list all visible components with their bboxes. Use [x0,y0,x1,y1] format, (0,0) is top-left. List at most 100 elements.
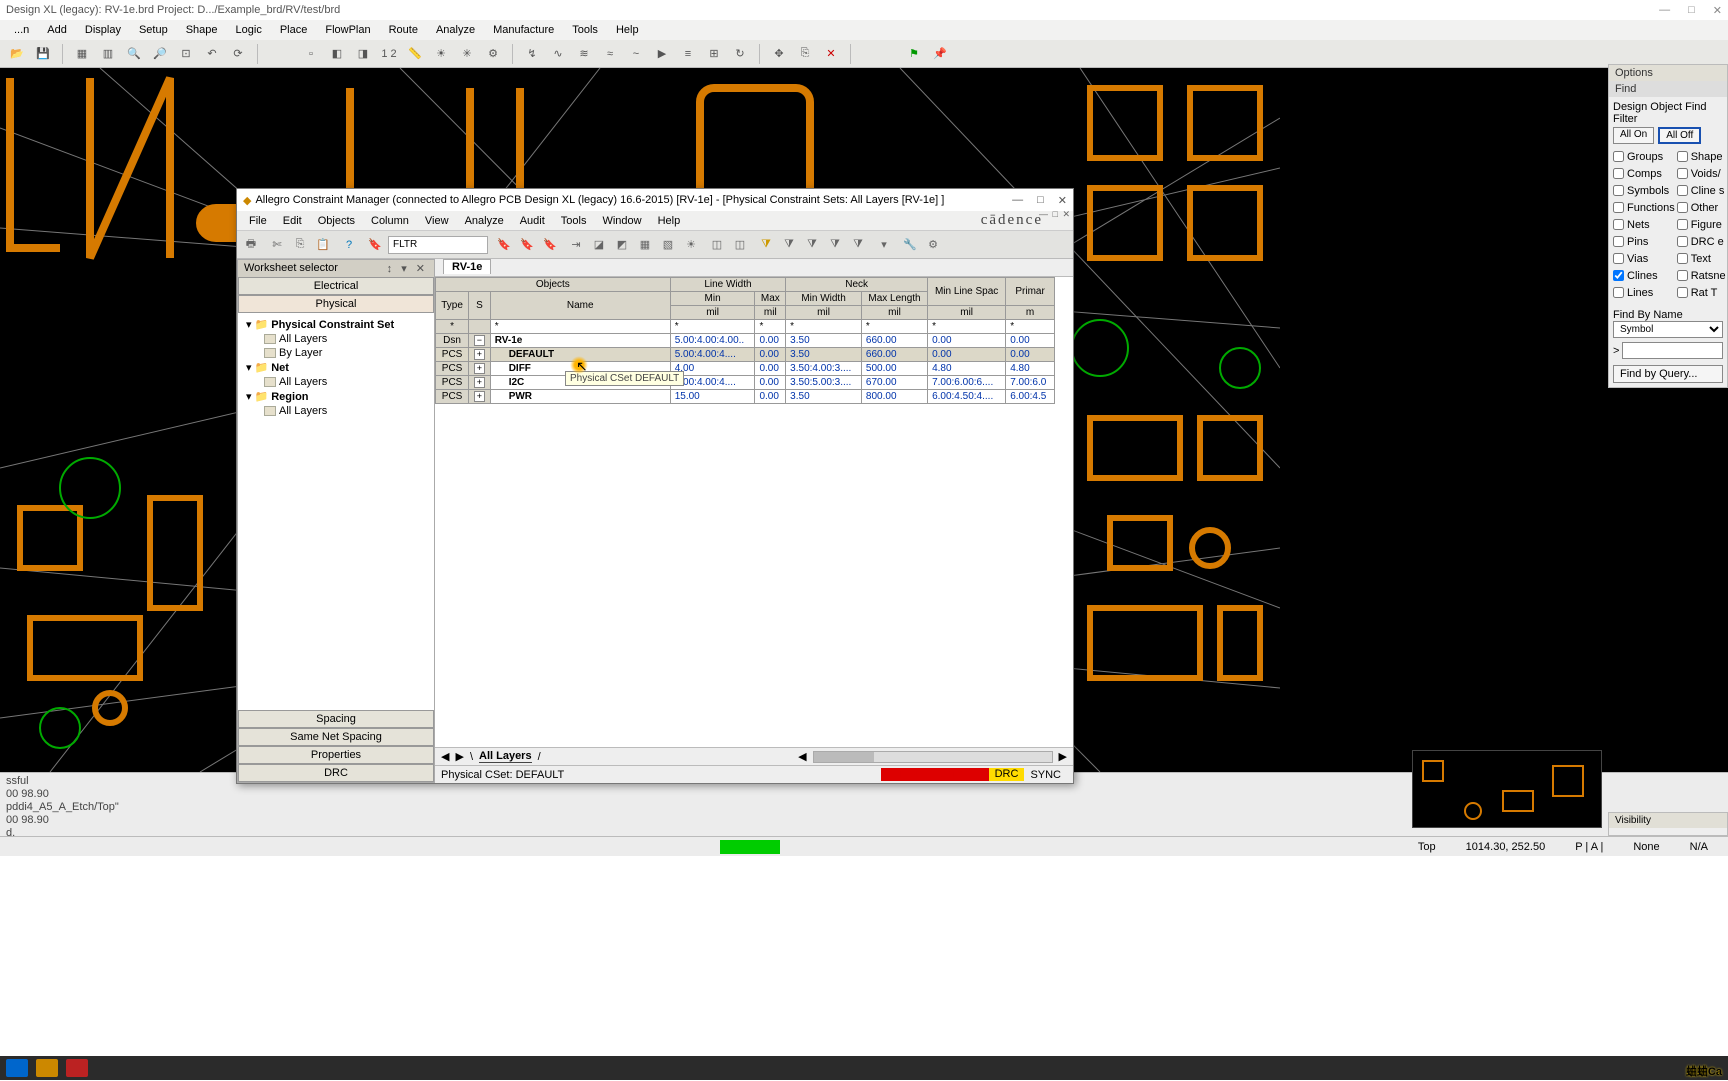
dlg-menu-analyze[interactable]: Analyze [457,213,512,229]
filter-input[interactable]: FLTR [388,236,488,254]
zoom-out-icon[interactable]: 🔎 [149,43,171,65]
tool-icon[interactable]: ◫ [730,235,750,255]
redo-icon[interactable]: ↻ [729,43,751,65]
tool-icon[interactable]: ▦ [71,43,93,65]
dlg-menu-edit[interactable]: Edit [275,213,310,229]
menu-place[interactable]: Place [272,22,316,38]
close-icon[interactable]: ✕ [1058,194,1067,207]
ruler-icon[interactable]: 📏 [404,43,426,65]
taskbar-item[interactable] [66,1059,88,1077]
taskbar-item[interactable] [36,1059,58,1077]
tool-icon[interactable]: ▫ [300,43,322,65]
all-on-button[interactable]: All On [1613,127,1654,144]
tool-icon[interactable]: ▥ [97,43,119,65]
gear-icon[interactable]: ⚙ [482,43,504,65]
open-icon[interactable]: 📂 [6,43,28,65]
list-icon[interactable]: ≡ [677,43,699,65]
close-icon[interactable]: ✕ [1713,4,1722,17]
print-icon[interactable]: 🖶 [241,235,261,255]
ws-controls[interactable]: ↕ ▾ ✕ [387,262,428,275]
refresh-icon[interactable]: ⟳ [227,43,249,65]
funnel-icon[interactable]: ⧩ [848,235,868,255]
grid-tab[interactable]: RV-1e [443,259,491,274]
status-sync[interactable]: SYNC [1024,769,1067,781]
copy-icon[interactable]: ⎘ [290,235,310,255]
find-name-input[interactable] [1622,342,1723,359]
hscroll-left-icon[interactable]: ◀ [798,750,806,763]
tree-net[interactable]: ▾📁Net [240,360,432,375]
filter-other-checkbox[interactable] [1677,202,1688,213]
wrench-icon[interactable]: 🔧 [900,235,920,255]
tool-icon[interactable]: ◫ [707,235,727,255]
tool-icon[interactable]: ◧ [326,43,348,65]
tree-region-all[interactable]: All Layers [240,404,432,418]
filter-comps-checkbox[interactable] [1613,168,1624,179]
funnel-icon[interactable]: ⧩ [825,235,845,255]
dlg-menu-file[interactable]: File [241,213,275,229]
copy-icon[interactable]: ⎘ [794,43,816,65]
bookmark-del-icon[interactable]: 🔖 [540,235,560,255]
dlg-menu-help[interactable]: Help [650,213,689,229]
play-icon[interactable]: ▶ [651,43,673,65]
sheet-tab[interactable]: All Layers [479,750,532,763]
filter-icon[interactable]: 🔖 [365,235,385,255]
tab-spacing[interactable]: Spacing [238,710,434,728]
menu-route[interactable]: Route [381,22,426,38]
expand-icon[interactable]: − [474,335,485,346]
find-type-select[interactable]: Symbol [1613,321,1723,338]
filter-clines-checkbox[interactable] [1613,270,1624,281]
indent-icon[interactable]: ⇥ [566,235,586,255]
filter-ratsne-checkbox[interactable] [1677,270,1688,281]
funnel-icon[interactable]: ⧩ [756,235,776,255]
filter-voids/-checkbox[interactable] [1677,168,1688,179]
tab-physical[interactable]: Physical [238,295,434,313]
route-icon[interactable]: ↯ [521,43,543,65]
table-row[interactable]: PCS+PWR15.000.003.50800.006.00:4.50:4...… [436,390,1055,404]
dlg-menu-objects[interactable]: Objects [310,213,363,229]
zoom-prev-icon[interactable]: ↶ [201,43,223,65]
dlg-menu-window[interactable]: Window [594,213,649,229]
tab-drc[interactable]: DRC [238,764,434,782]
expand-icon[interactable]: + [474,349,485,360]
taskbar-item[interactable] [6,1059,28,1077]
menu-setup[interactable]: Setup [131,22,176,38]
tool-icon[interactable]: 1 2 [378,43,400,65]
delete-icon[interactable]: ✕ [820,43,842,65]
tab-electrical[interactable]: Electrical [238,277,434,295]
menu-add[interactable]: Add [39,22,75,38]
tab-samenet[interactable]: Same Net Spacing [238,728,434,746]
zoom-in-icon[interactable]: 🔍 [123,43,145,65]
tree-pcs-by[interactable]: By Layer [240,346,432,360]
help-icon[interactable]: ? [339,235,359,255]
hscroll-right-icon[interactable]: ▶ [1059,750,1067,763]
filter-rat t-checkbox[interactable] [1677,287,1688,298]
all-off-button[interactable]: All Off [1658,127,1701,144]
dlg-menu-view[interactable]: View [417,213,457,229]
bookmark-icon[interactable]: 🔖 [494,235,514,255]
world-view[interactable] [1412,750,1602,828]
tool-icon[interactable]: ≋ [573,43,595,65]
dialog-titlebar[interactable]: ◆ Allegro Constraint Manager (connected … [237,189,1073,211]
funnel-icon[interactable]: ⧩ [779,235,799,255]
menu-help[interactable]: Help [608,22,647,38]
tool-icon[interactable]: ∿ [547,43,569,65]
dlg-menu-column[interactable]: Column [363,213,417,229]
tool-icon[interactable]: ▧ [658,235,678,255]
funnel-icon[interactable]: ⧩ [802,235,822,255]
expand-icon[interactable]: + [474,363,485,374]
maximize-icon[interactable]: □ [1688,4,1695,17]
tool-icon[interactable]: ◩ [612,235,632,255]
expand-icon[interactable]: + [474,377,485,388]
table-row[interactable]: Dsn−RV-1e5.00:4.00:4.00..0.003.50660.000… [436,334,1055,348]
menu-manufacture[interactable]: Manufacture [485,22,562,38]
tool-icon[interactable]: ▦ [635,235,655,255]
minimize-icon[interactable]: — [1659,4,1670,17]
tool-icon[interactable]: ◨ [352,43,374,65]
menu-flowplan[interactable]: FlowPlan [317,22,378,38]
filter-functions-checkbox[interactable] [1613,202,1624,213]
filter-symbols-checkbox[interactable] [1613,185,1624,196]
dlg-menu-audit[interactable]: Audit [512,213,553,229]
scroll-left-icon[interactable]: ◀ [441,750,449,763]
filter-groups-checkbox[interactable] [1613,151,1624,162]
table-row[interactable]: PCS+I2C5.00:4.00:4....0.003.50:5.00:3...… [436,376,1055,390]
